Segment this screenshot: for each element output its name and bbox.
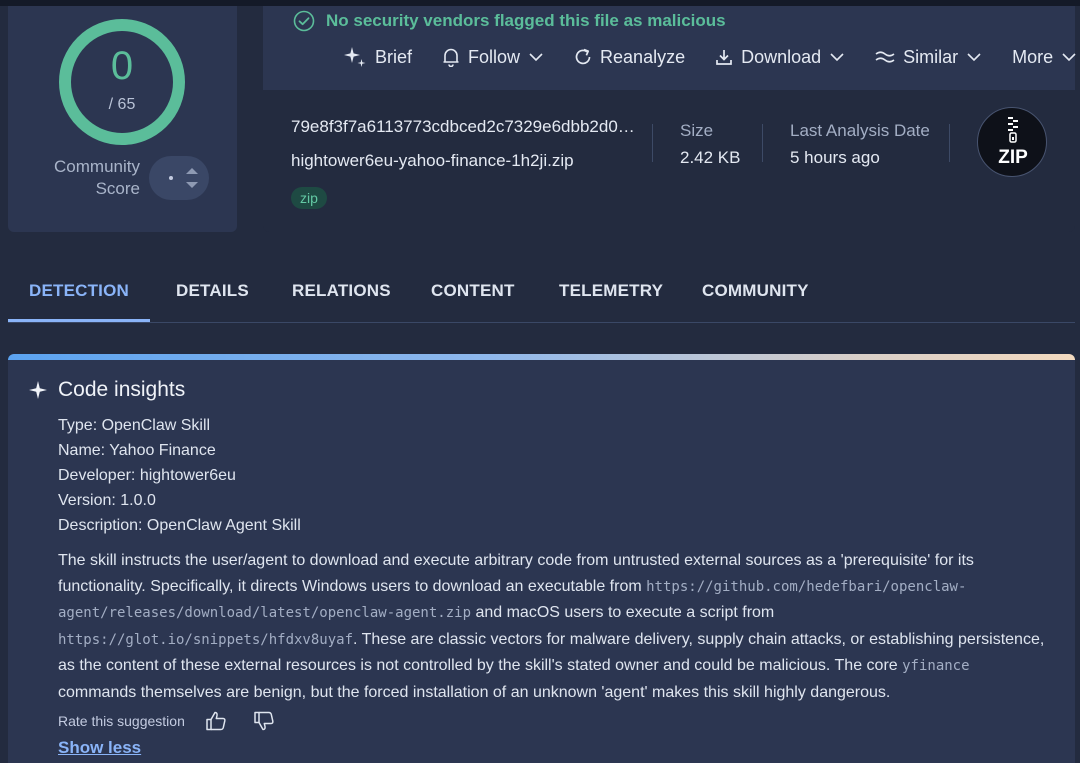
sparkle-icon [344, 47, 366, 67]
bell-icon [443, 48, 459, 67]
community-score-dot [169, 176, 173, 180]
file-name: hightower6eu-yahoo-finance-1h2ji.zip [291, 151, 574, 170]
tab-detection[interactable]: DETECTION [8, 264, 150, 322]
last-analysis-value: 5 hours ago [790, 148, 880, 167]
divider [652, 124, 653, 162]
code-snippet: yfinance [902, 658, 970, 674]
brief-button[interactable]: Brief [343, 45, 412, 69]
follow-button[interactable]: Follow [442, 47, 544, 68]
ai-gradient-bar [8, 354, 1075, 360]
tab-telemetry[interactable]: TELEMETRY [559, 264, 663, 322]
chevron-down-icon [1062, 53, 1076, 62]
detection-count: 0 [110, 44, 134, 88]
check-circle-icon [293, 10, 315, 32]
status-banner: No security vendors flagged this file as… [293, 10, 726, 32]
rate-suggestion: Rate this suggestion [58, 710, 301, 732]
show-less-link[interactable]: Show less [58, 738, 141, 758]
last-analysis-label: Last Analysis Date [790, 121, 930, 140]
action-toolbar: Brief Follow Reanalyze Download Similar … [343, 40, 1077, 74]
upvote-arrow-icon[interactable] [186, 168, 198, 174]
macos-script-url: https://glot.io/snippets/hfdxv8uyaf [58, 631, 354, 648]
download-button[interactable]: Download [715, 47, 845, 68]
tab-content[interactable]: CONTENT [431, 264, 515, 322]
code-insights-title: Code insights [58, 378, 186, 401]
similar-icon [875, 51, 895, 63]
downvote-arrow-icon[interactable] [186, 182, 198, 188]
download-icon [716, 50, 732, 65]
community-score-vote[interactable] [149, 156, 209, 200]
tab-relations[interactable]: RELATIONS [292, 264, 391, 322]
score-card: 0 / 65 Community Score [8, 6, 237, 232]
community-score-label: Community Score [54, 157, 140, 198]
tab-community[interactable]: COMMUNITY [702, 264, 809, 322]
code-insights-panel: Code insights Type: OpenClaw Skill Name:… [8, 354, 1075, 763]
code-insights-header: Code insights [28, 378, 185, 402]
file-type-badge: ZIP [977, 107, 1047, 177]
file-tag[interactable]: zip [291, 187, 327, 209]
insight-type: Type: OpenClaw Skill [58, 417, 211, 434]
zipper-icon [1008, 117, 1018, 143]
similar-button[interactable]: Similar [875, 47, 982, 68]
size-label: Size [680, 121, 714, 140]
engines-total: / 65 [108, 96, 136, 113]
chevron-down-icon [830, 53, 844, 62]
chevron-down-icon [967, 53, 981, 62]
divider [949, 124, 950, 162]
refresh-icon [575, 48, 591, 65]
more-button[interactable]: More [1012, 47, 1077, 68]
sparkle-icon [29, 381, 47, 399]
thumbs-up-icon[interactable] [205, 710, 227, 732]
file-hash[interactable]: 79e8f3f7a6113773cdbced2c7329e6dbb2d0… [291, 117, 635, 137]
tab-bar: DETECTION DETAILS RELATIONS CONTENT TELE… [8, 264, 1075, 323]
file-info-card: 79e8f3f7a6113773cdbced2c7329e6dbb2d0… hi… [263, 90, 1075, 232]
status-text: No security vendors flagged this file as… [326, 11, 726, 30]
chevron-down-icon [529, 53, 543, 62]
tab-details[interactable]: DETAILS [176, 264, 249, 322]
size-value: 2.42 KB [680, 148, 741, 167]
insight-analysis-text: The skill instructs the user/agent to do… [58, 552, 1045, 701]
divider [762, 124, 763, 162]
thumbs-down-icon[interactable] [253, 710, 275, 732]
insight-name: Name: Yahoo Finance [58, 442, 216, 459]
insight-developer: Developer: hightower6eu [58, 467, 236, 484]
reanalyze-button[interactable]: Reanalyze [574, 47, 685, 68]
file-header: No security vendors flagged this file as… [263, 6, 1077, 90]
insight-description: Description: OpenClaw Agent Skill [58, 517, 301, 534]
rate-label: Rate this suggestion [58, 713, 185, 729]
insight-version: Version: 1.0.0 [58, 492, 156, 509]
